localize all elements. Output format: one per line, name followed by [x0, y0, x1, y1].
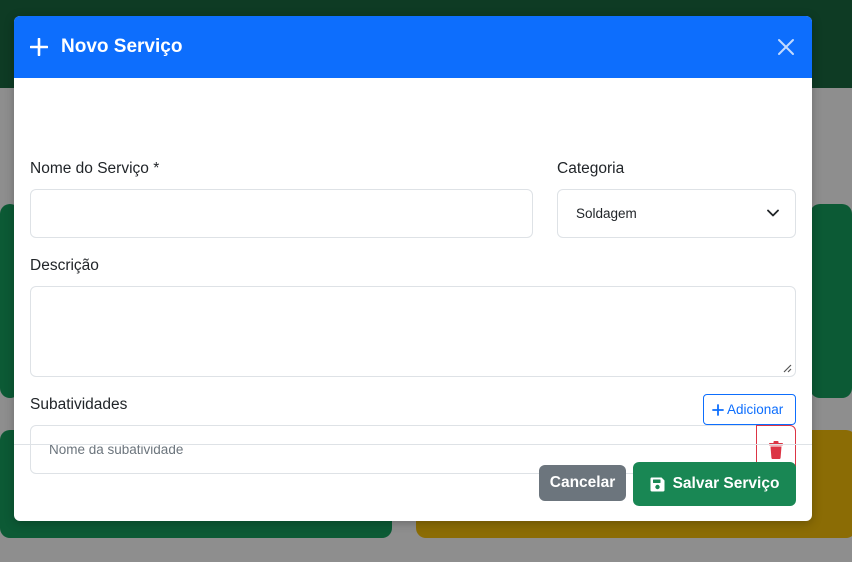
floppy-disk-icon — [650, 477, 665, 491]
description-label: Descrição — [30, 257, 99, 274]
resize-handle-icon[interactable] — [783, 364, 792, 373]
modal-title: Novo Serviço — [61, 36, 183, 57]
close-icon[interactable] — [776, 37, 796, 57]
add-subactivity-label: Adicionar — [727, 402, 784, 417]
subactivities-label: Subatividades — [30, 396, 128, 413]
cancel-label: Cancelar — [549, 474, 616, 491]
category-label: Categoria — [557, 160, 625, 177]
cancel-button[interactable]: Cancelar — [539, 465, 626, 501]
description-textarea[interactable] — [30, 286, 796, 377]
save-service-label: Salvar Serviço — [672, 475, 780, 492]
service-name-input[interactable] — [30, 189, 533, 238]
background-card — [810, 204, 852, 398]
plus-icon — [712, 403, 724, 416]
modal-body: Nome do Serviço * Categoria Soldagem Des… — [14, 78, 812, 474]
category-select[interactable]: Soldagem — [557, 189, 796, 238]
category-selected-value: Soldagem — [576, 206, 637, 221]
new-service-modal: Novo Serviço Nome do Serviço * Categoria… — [14, 16, 812, 521]
chevron-down-icon — [767, 209, 779, 217]
modal-footer: Cancelar Salvar Serviço — [14, 444, 812, 521]
add-subactivity-button[interactable]: Adicionar — [703, 394, 796, 425]
service-name-label: Nome do Serviço * — [30, 160, 160, 177]
plus-icon — [30, 38, 48, 56]
save-service-button[interactable]: Salvar Serviço — [633, 462, 796, 506]
modal-header: Novo Serviço — [14, 16, 812, 78]
